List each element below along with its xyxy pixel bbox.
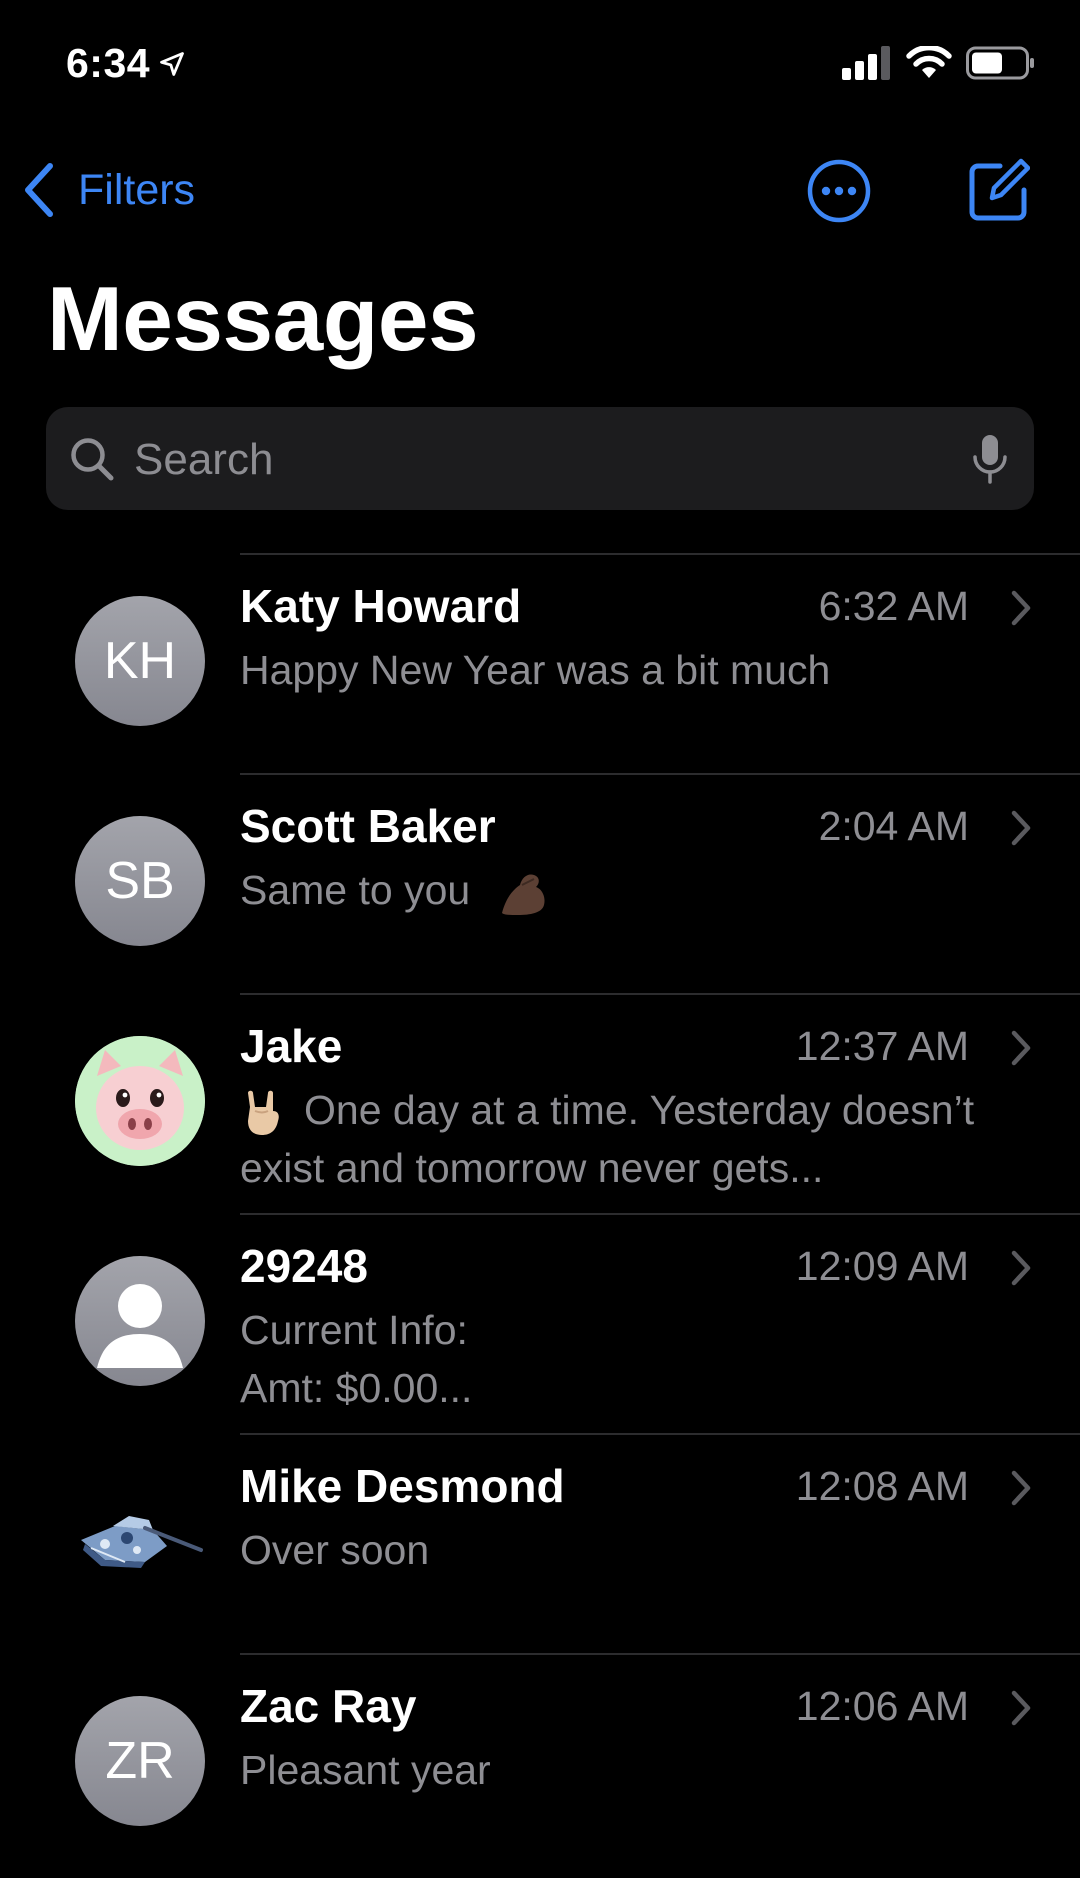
row-divider bbox=[240, 1213, 1080, 1215]
location-arrow-icon bbox=[160, 51, 184, 76]
message-preview: Happy New Year was a bit much bbox=[240, 641, 1040, 699]
contact-name: Scott Baker bbox=[240, 800, 496, 852]
more-options-button[interactable] bbox=[806, 158, 872, 229]
message-time: 6:32 AM bbox=[818, 583, 969, 629]
conversation-row[interactable]: Mike Desmond 12:08 AM Over soon bbox=[0, 1433, 1080, 1653]
avatar bbox=[75, 1476, 205, 1606]
page-title: Messages bbox=[47, 269, 479, 370]
ellipsis-circle-icon bbox=[807, 159, 871, 223]
contact-name: Mike Desmond bbox=[240, 1460, 565, 1512]
filters-back-label: Filters bbox=[78, 165, 196, 214]
compose-button[interactable] bbox=[966, 154, 1031, 229]
contact-name: 29248 bbox=[240, 1240, 368, 1292]
person-silhouette-icon bbox=[97, 1284, 183, 1368]
microphone-icon[interactable] bbox=[972, 433, 1008, 485]
row-divider bbox=[240, 1433, 1080, 1435]
status-icons bbox=[842, 46, 1036, 80]
wifi-icon bbox=[906, 46, 952, 78]
message-preview: One day at a time. Yesterday doesn’t exi… bbox=[240, 1081, 1040, 1197]
pig-memoji-icon bbox=[75, 1036, 205, 1166]
message-preview: Pleasant year bbox=[240, 1741, 1040, 1799]
status-bar: 6:34 bbox=[0, 0, 1080, 120]
chevron-left-icon bbox=[25, 163, 53, 217]
conversation-row[interactable]: 29248 12:09 AM Current Info: Amt: $0.00.… bbox=[0, 1213, 1080, 1433]
message-preview: Over soon bbox=[240, 1521, 1040, 1579]
chevron-right-icon bbox=[1011, 1470, 1031, 1506]
avatar: SB bbox=[75, 816, 205, 946]
message-preview-text: Over soon bbox=[240, 1527, 430, 1573]
avatar-initials: KH bbox=[103, 632, 177, 690]
contact-name: Jake bbox=[240, 1020, 343, 1072]
conversation-row[interactable]: KH Katy Howard 6:32 AM Happy New Year wa… bbox=[0, 553, 1080, 773]
message-preview-line: Current Info: bbox=[240, 1307, 468, 1353]
battery-icon bbox=[966, 46, 1034, 80]
message-time: 12:06 AM bbox=[795, 1683, 969, 1729]
flexed-biceps-emoji-icon bbox=[501, 874, 545, 916]
message-time: 2:04 AM bbox=[818, 803, 969, 849]
chevron-right-icon bbox=[1011, 1030, 1031, 1066]
search-bar bbox=[46, 407, 1034, 512]
message-preview-text: Happy New Year was a bit much bbox=[240, 647, 831, 693]
rock-on-hand-emoji-icon bbox=[248, 1090, 279, 1136]
status-time: 6:34 bbox=[66, 40, 186, 87]
avatar bbox=[75, 1036, 205, 1166]
row-divider bbox=[240, 553, 1080, 555]
conversation-row[interactable]: Jake 12:37 AM One day at a time. Yesterd… bbox=[0, 993, 1080, 1213]
chevron-right-icon bbox=[1011, 1250, 1031, 1286]
navigation-bar: Filters bbox=[0, 150, 1080, 230]
row-divider bbox=[240, 1653, 1080, 1655]
chevron-right-icon bbox=[1011, 1690, 1031, 1726]
row-divider bbox=[240, 993, 1080, 995]
message-preview-text: Same to you bbox=[240, 867, 471, 913]
conversation-row[interactable]: ZR Zac Ray 12:06 AM Pleasant year bbox=[0, 1653, 1080, 1873]
avatar bbox=[75, 1256, 205, 1386]
chevron-right-icon bbox=[1011, 810, 1031, 846]
message-preview-text: Pleasant year bbox=[240, 1747, 491, 1793]
message-preview: Same to you bbox=[240, 861, 1040, 919]
contact-name: Zac Ray bbox=[240, 1680, 417, 1732]
message-preview-line: Amt: $0.00... bbox=[240, 1365, 473, 1411]
row-divider bbox=[240, 773, 1080, 775]
avatar-initials: SB bbox=[105, 852, 175, 910]
conversation-row[interactable]: SB Scott Baker 2:04 AM Same to you bbox=[0, 773, 1080, 993]
contact-name: Katy Howard bbox=[240, 580, 522, 632]
message-time: 12:09 AM bbox=[795, 1243, 969, 1289]
message-time: 12:08 AM bbox=[795, 1463, 969, 1509]
search-icon bbox=[71, 438, 114, 481]
compose-icon bbox=[969, 158, 1031, 221]
filters-back-button[interactable]: Filters bbox=[22, 162, 195, 218]
message-preview: Current Info: Amt: $0.00... bbox=[240, 1301, 1040, 1417]
message-preview-text: One day at a time. Yesterday doesn’t exi… bbox=[240, 1087, 975, 1191]
avatar-initials: ZR bbox=[105, 1732, 175, 1790]
avatar: KH bbox=[75, 596, 205, 726]
avatar: ZR bbox=[75, 1696, 205, 1826]
chevron-right-icon bbox=[1011, 590, 1031, 626]
status-time-text: 6:34 bbox=[66, 40, 151, 86]
message-time: 12:37 AM bbox=[795, 1023, 969, 1069]
search-input[interactable] bbox=[132, 407, 956, 512]
cellular-signal-icon bbox=[842, 46, 890, 80]
conversation-list: KH Katy Howard 6:32 AM Happy New Year wa… bbox=[0, 553, 1080, 1873]
tank-photo-icon bbox=[81, 1516, 203, 1568]
